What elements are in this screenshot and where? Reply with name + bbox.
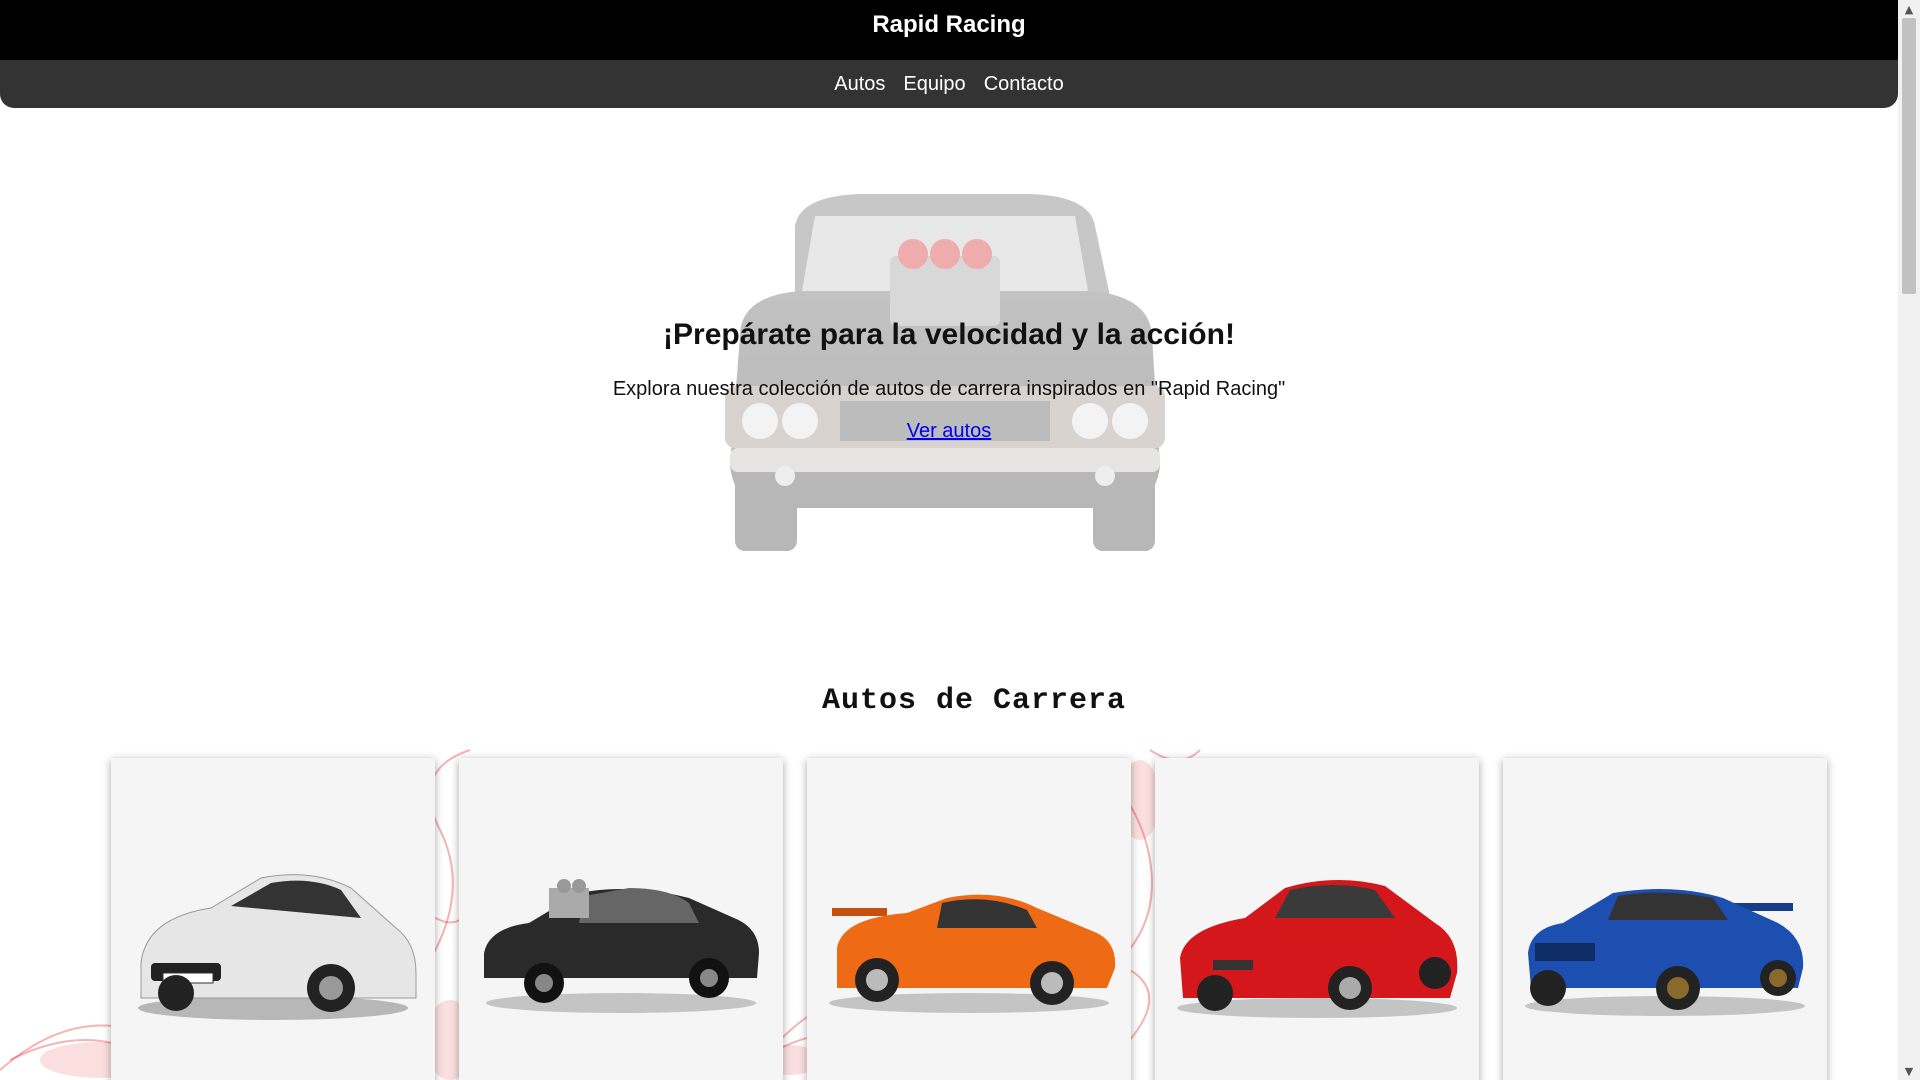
scroll-up-icon[interactable]: ▲	[1898, 0, 1920, 18]
hero-subtitle: Explora nuestra colección de autos de ca…	[612, 378, 1286, 400]
hero-section: ¡Prepárate para la velocidad y la acción…	[0, 108, 1898, 628]
vertical-scrollbar[interactable]: ▲ ▼	[1898, 0, 1920, 1080]
car-blue-icon	[1525, 889, 1805, 1016]
car-silver-icon	[138, 874, 417, 1020]
site-header: Rapid Racing	[0, 0, 1898, 60]
hero-title: ¡Prepárate para la velocidad y la acción…	[663, 318, 1235, 351]
section-title: Autos de Carrera	[821, 684, 1127, 718]
hero-car-image	[725, 194, 1165, 551]
ver-autos-link[interactable]: Ver autos	[907, 420, 992, 442]
page: Rapid Racing Autos Equipo Contacto ¡Prep…	[0, 0, 1898, 1080]
car-red-icon	[1177, 879, 1458, 1018]
main-nav: Autos Equipo Contacto	[0, 60, 1898, 108]
site-brand[interactable]: Rapid Racing	[872, 11, 1025, 39]
car-card-3[interactable]	[807, 758, 1131, 1080]
car-card-4[interactable]	[1155, 758, 1479, 1080]
nav-item-autos[interactable]: Autos	[834, 73, 885, 96]
car-orange-icon	[829, 894, 1116, 1013]
hero-cta-wrapper: Ver autos	[0, 420, 1898, 443]
nav-item-contacto[interactable]: Contacto	[984, 73, 1064, 96]
car-card-5[interactable]	[1503, 758, 1827, 1080]
nav-item-equipo[interactable]: Equipo	[903, 73, 965, 96]
scrollbar-thumb[interactable]	[1902, 18, 1916, 294]
scroll-down-icon[interactable]: ▼	[1898, 1062, 1920, 1080]
car-cards	[111, 758, 1827, 1080]
car-card-1[interactable]	[111, 758, 435, 1080]
car-black-icon	[484, 879, 759, 1013]
car-card-2[interactable]	[459, 758, 783, 1080]
